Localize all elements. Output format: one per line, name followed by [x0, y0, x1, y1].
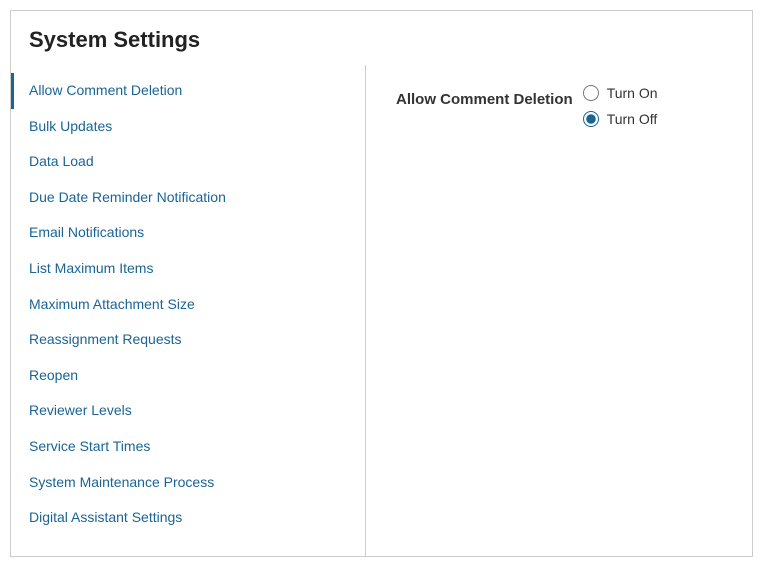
page-title: System Settings	[11, 11, 752, 65]
sidebar-item-reopen[interactable]: Reopen	[11, 358, 365, 394]
sidebar-item-list-maximum-items[interactable]: List Maximum Items	[11, 251, 365, 287]
system-settings-container: System Settings Allow Comment DeletionBu…	[10, 10, 753, 557]
sidebar-item-reassignment-requests[interactable]: Reassignment Requests	[11, 322, 365, 358]
radio-option-turn-on[interactable]: Turn On	[583, 85, 658, 101]
radio-option-turn-off[interactable]: Turn Off	[583, 111, 658, 127]
radio-group: Turn On Turn Off	[583, 85, 658, 127]
sidebar-item-reviewer-levels[interactable]: Reviewer Levels	[11, 393, 365, 429]
sidebar-item-system-maintenance-process[interactable]: System Maintenance Process	[11, 465, 365, 501]
sidebar-item-service-start-times[interactable]: Service Start Times	[11, 429, 365, 465]
sidebar: Allow Comment DeletionBulk UpdatesData L…	[11, 65, 366, 556]
radio-turn-off-label: Turn Off	[607, 111, 658, 127]
main-content: Allow Comment DeletionBulk UpdatesData L…	[11, 65, 752, 556]
setting-row: Allow Comment Deletion Turn On Turn Off	[396, 85, 722, 127]
sidebar-item-allow-comment-deletion[interactable]: Allow Comment Deletion	[11, 73, 365, 109]
sidebar-item-digital-assistant-settings[interactable]: Digital Assistant Settings	[11, 500, 365, 536]
radio-turn-off[interactable]	[583, 111, 599, 127]
sidebar-item-bulk-updates[interactable]: Bulk Updates	[11, 109, 365, 145]
radio-turn-on[interactable]	[583, 85, 599, 101]
content-panel: Allow Comment Deletion Turn On Turn Off	[366, 65, 752, 556]
sidebar-item-email-notifications[interactable]: Email Notifications	[11, 215, 365, 251]
sidebar-item-due-date-reminder[interactable]: Due Date Reminder Notification	[11, 180, 365, 216]
sidebar-item-data-load[interactable]: Data Load	[11, 144, 365, 180]
sidebar-item-maximum-attachment-size[interactable]: Maximum Attachment Size	[11, 287, 365, 323]
setting-label: Allow Comment Deletion	[396, 91, 573, 108]
radio-turn-on-label: Turn On	[607, 85, 658, 101]
